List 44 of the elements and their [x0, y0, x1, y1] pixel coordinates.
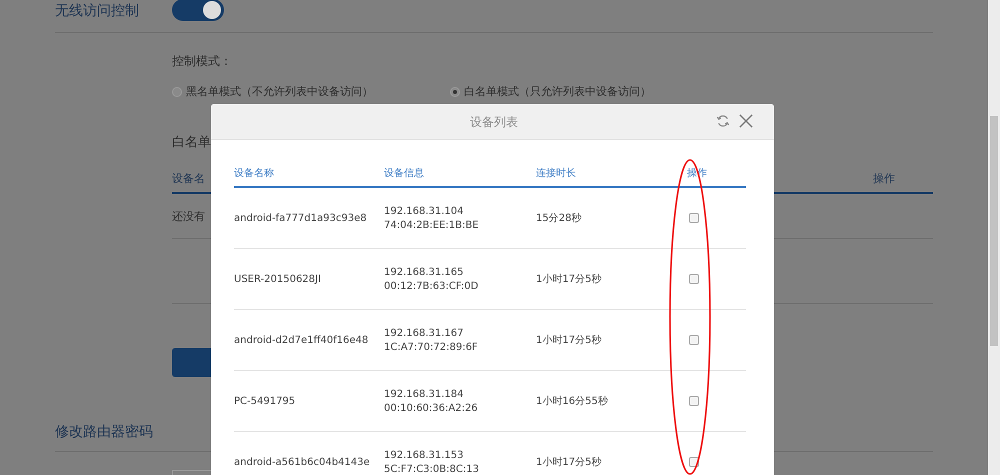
column-header: 设备信息 [384, 166, 425, 180]
whitelist-title: 白名单 [172, 134, 212, 151]
device-name: android-d2d7e1ff40f16e48 [234, 334, 370, 346]
mac-address: 5C:F7:C3:0B:8C:13 [384, 464, 480, 474]
connection-duration: 15分28秒 [536, 212, 582, 225]
connection-duration: 1小时17分5秒 [536, 334, 602, 347]
connection-duration: 1小时17分5秒 [536, 272, 602, 286]
mac-address: 1C:A7:70:72:89:6F [384, 342, 479, 352]
refresh-icon[interactable] [716, 114, 730, 128]
mac-address: 74:04:2B:EE:1B:BE [384, 220, 480, 230]
connection-duration: 1小时17分5秒 [536, 456, 602, 469]
ip-address: 192.168.31.184 [384, 388, 465, 400]
checkbox[interactable] [689, 274, 699, 284]
column-header: 操作 [873, 171, 895, 186]
section-title: 无线访问控制 [55, 2, 140, 20]
radio-label: 白名单模式（只允许列表中设备访问） [464, 84, 651, 99]
ip-address: 192.168.31.104 [384, 206, 465, 216]
device-name: android-fa777d1a93c93e8 [234, 212, 368, 224]
close-icon[interactable] [739, 114, 753, 128]
scrollbar-thumb[interactable] [990, 116, 998, 346]
column-header: 设备名 [172, 171, 205, 186]
toggle-switch[interactable] [172, 0, 224, 21]
section-title: 修改路由器密码 [55, 423, 154, 441]
checkbox[interactable] [689, 396, 699, 406]
ip-address: 192.168.31.165 [384, 266, 465, 278]
empty-message: 还没有 [172, 208, 205, 224]
dialog-title: 设备列表 [470, 114, 518, 131]
connection-duration: 1小时16分55秒 [536, 394, 609, 408]
mac-address: 00:12:7B:63:CF:0D [384, 280, 480, 292]
radio-button[interactable] [450, 86, 460, 96]
radio-label: 黑名单模式（不允许列表中设备访问） [186, 84, 373, 99]
mode-label: 控制模式： [172, 53, 233, 70]
device-name: android-a561b6c04b4143e [234, 456, 371, 468]
scrollbar[interactable] [988, 0, 1000, 475]
radio-button[interactable] [172, 86, 182, 96]
device-name: USER-20150628JI [234, 274, 322, 284]
checkbox[interactable] [689, 213, 699, 223]
device-name: PC-5491795 [234, 396, 296, 406]
ip-address: 192.168.31.167 [384, 328, 465, 338]
checkbox[interactable] [689, 335, 699, 345]
mac-address: 00:10:60:36:A2:26 [384, 402, 479, 414]
column-header: 设备名称 [234, 167, 275, 180]
ip-address: 192.168.31.153 [384, 450, 465, 460]
column-header: 连接时长 [536, 166, 577, 180]
